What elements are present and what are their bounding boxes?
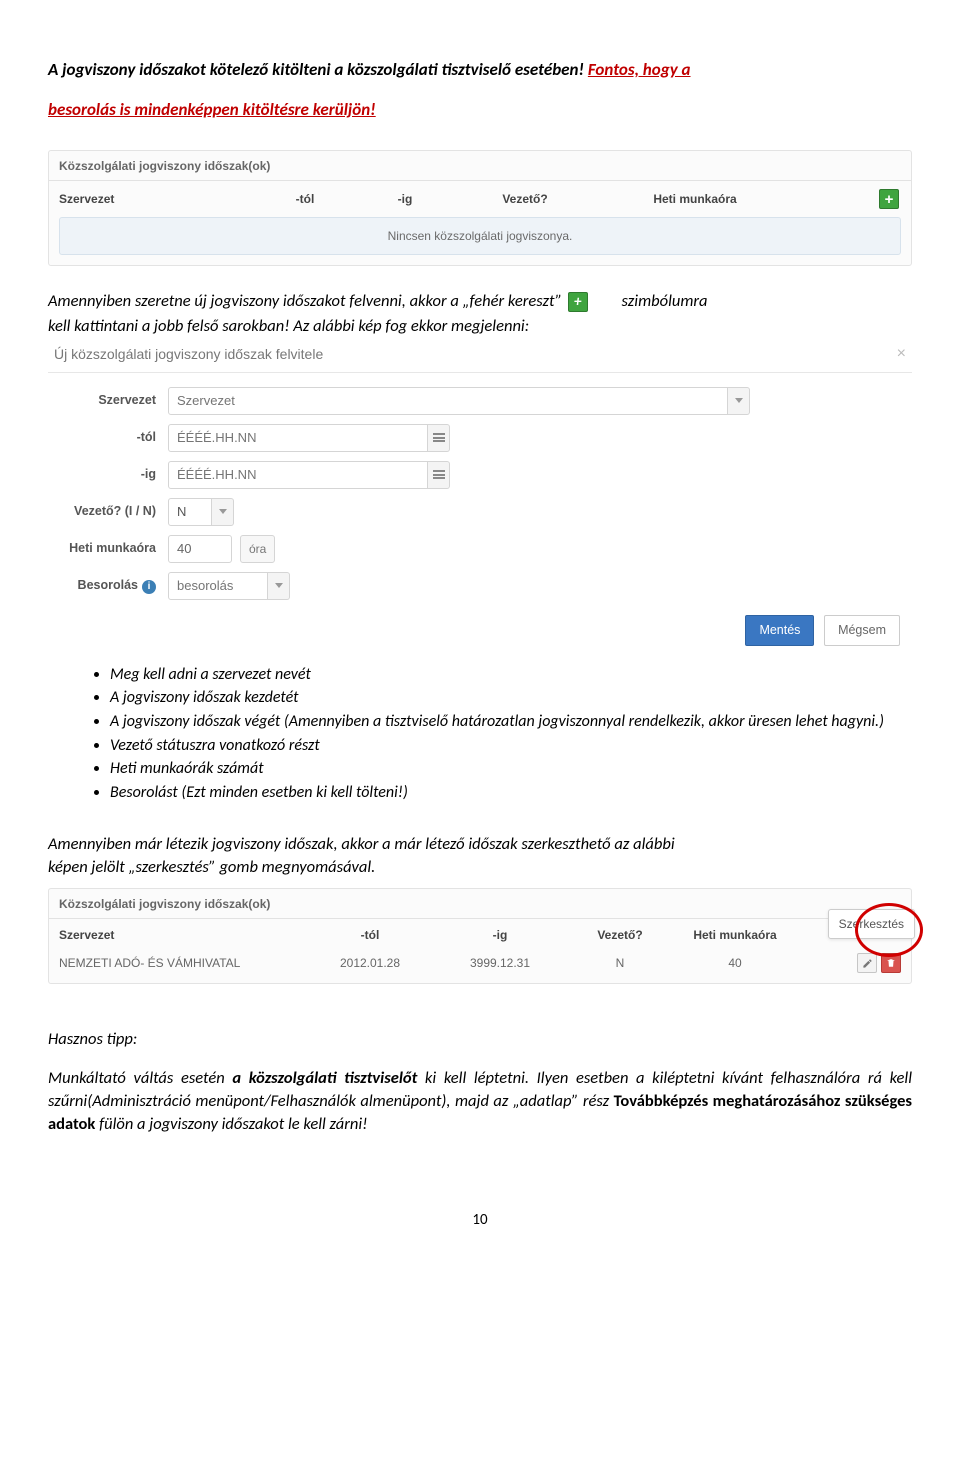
label-tol: -tól <box>48 429 168 446</box>
table-header-row: Szervezet -tól -ig Vezető? Heti munkaóra <box>49 919 911 947</box>
chevron-down-icon <box>735 398 743 403</box>
th-szervezet: Szervezet <box>55 191 255 207</box>
input-besorolas[interactable] <box>168 572 268 600</box>
add-period-button[interactable]: + <box>879 189 899 209</box>
panel-title: Közszolgálati jogviszony időszak(ok) <box>49 151 911 174</box>
edit-button[interactable] <box>857 953 877 973</box>
row-heti: Heti munkaóra óra <box>48 535 912 563</box>
th-heti: Heti munkaóra <box>595 191 795 207</box>
th-ig: -ig <box>355 191 455 207</box>
edit-instruction: Amennyiben már létezik jogviszony idősza… <box>48 833 912 878</box>
row-besorolas: Besorolás i <box>48 572 912 600</box>
requirements-list: Meg kell adni a szervezet nevét A jogvis… <box>48 664 912 804</box>
label-szervezet: Szervezet <box>48 392 168 409</box>
row-actions <box>795 953 905 973</box>
input-szervezet[interactable] <box>168 387 728 415</box>
th-ig: -ig <box>435 927 565 943</box>
close-icon[interactable]: × <box>897 343 906 365</box>
th-vezeto: Vezető? <box>565 927 675 943</box>
periods-panel-filled: Közszolgálati jogviszony időszak(ok) Sze… <box>48 888 912 984</box>
menu-icon <box>433 432 445 444</box>
page-number: 10 <box>48 1210 912 1230</box>
info-icon[interactable]: i <box>142 580 156 594</box>
edit-tooltip: Szerkesztés <box>828 909 915 939</box>
cell-heti: 40 <box>675 955 795 971</box>
chevron-down-icon <box>275 583 283 588</box>
tol-datepicker-button[interactable] <box>428 424 450 452</box>
warning-line-2: besorolás is mindenképpen kitöltésre ker… <box>48 99 912 122</box>
cell-vezeto: N <box>565 955 675 971</box>
row-ig: -ig <box>48 461 912 489</box>
trash-icon <box>886 958 896 968</box>
warning-line-1: A jogviszony időszakot kötelező kitölten… <box>48 59 912 82</box>
th-vezeto: Vezető? <box>455 191 595 207</box>
dialog-title: Új közszolgálati jogviszony időszak felv… <box>48 343 912 372</box>
tip-body: Munkáltató váltás esetén a közszolgálati… <box>48 1067 912 1136</box>
tip-e: fülön a jogviszony időszakot le kell zár… <box>95 1114 367 1134</box>
instruction-paragraph-2: kell kattintani a jobb felső sarokban! A… <box>48 315 912 337</box>
list-item: Vezető státuszra vonatkozó részt <box>110 735 912 757</box>
label-besorolas-text: Besorolás <box>78 578 138 592</box>
list-item: A jogviszony időszak kezdetét <box>110 687 912 709</box>
chevron-down-icon <box>219 509 227 514</box>
save-button[interactable]: Mentés <box>745 615 814 646</box>
th-tol: -tól <box>305 927 435 943</box>
cell-tol: 2012.01.28 <box>305 955 435 971</box>
plus-icon-inline: + <box>568 292 588 312</box>
warning-text-a: A jogviszony időszakot kötelező kitölten… <box>48 59 588 80</box>
table-row: NEMZETI ADÓ- ÉS VÁMHIVATAL 2012.01.28 39… <box>49 947 911 979</box>
instr-a: Amennyiben szeretne új jogviszony idősza… <box>48 291 562 311</box>
cell-ig: 3999.12.31 <box>435 955 565 971</box>
warning-text-b: Fontos, hogy a <box>588 59 691 80</box>
table-header-row: Szervezet -tól -ig Vezető? Heti munkaóra… <box>49 181 911 213</box>
menu-icon <box>433 469 445 481</box>
para2-b: képen jelölt „szerkesztés” gomb megnyomá… <box>48 856 912 878</box>
besorolas-dropdown-caret[interactable] <box>268 572 290 600</box>
tip-a: Munkáltató váltás esetén <box>48 1068 232 1088</box>
input-ig[interactable] <box>168 461 428 489</box>
tip-heading: Hasznos tipp: <box>48 1028 912 1050</box>
row-vezeto: Vezető? (I / N) <box>48 498 912 526</box>
instruction-paragraph: Amennyiben szeretne új jogviszony idősza… <box>48 290 912 312</box>
empty-state: Nincsen közszolgálati jogviszonya. <box>59 217 901 255</box>
list-item: Besorolást (Ezt minden esetben ki kell t… <box>110 782 912 804</box>
cell-szervezet: NEMZETI ADÓ- ÉS VÁMHIVATAL <box>55 955 305 971</box>
szervezet-dropdown-caret[interactable] <box>728 387 750 415</box>
input-tol[interactable] <box>168 424 428 452</box>
cancel-button[interactable]: Mégsem <box>824 615 900 646</box>
list-item: A jogviszony időszak végét (Amennyiben a… <box>110 711 912 733</box>
input-vezeto[interactable] <box>168 498 212 526</box>
dialog-buttons: Mentés Mégsem <box>48 609 912 646</box>
new-period-dialog: Új közszolgálati jogviszony időszak felv… <box>48 343 912 646</box>
panel-title: Közszolgálati jogviszony időszak(ok) <box>49 889 911 912</box>
th-tol: -tól <box>255 191 355 207</box>
instr-b: szimbólumra <box>622 291 708 311</box>
ig-datepicker-button[interactable] <box>428 461 450 489</box>
th-heti: Heti munkaóra <box>675 927 795 943</box>
pencil-icon <box>862 958 873 969</box>
label-ig: -ig <box>48 466 168 483</box>
th-szervezet: Szervezet <box>55 927 305 943</box>
para2-a: Amennyiben már létezik jogviszony idősza… <box>48 833 912 855</box>
row-szervezet: Szervezet <box>48 387 912 415</box>
periods-panel-empty: Közszolgálati jogviszony időszak(ok) Sze… <box>48 150 912 266</box>
input-heti[interactable] <box>168 535 232 563</box>
label-besorolas: Besorolás i <box>48 577 168 594</box>
label-vezeto: Vezető? (I / N) <box>48 503 168 520</box>
list-item: Heti munkaórák számát <box>110 758 912 780</box>
delete-button[interactable] <box>881 953 901 973</box>
tip-b: a közszolgálati tisztviselőt <box>232 1068 417 1088</box>
vezeto-dropdown-caret[interactable] <box>212 498 234 526</box>
dialog-divider <box>48 372 912 373</box>
list-item: Meg kell adni a szervezet nevét <box>110 664 912 686</box>
label-heti: Heti munkaóra <box>48 540 168 557</box>
row-tol: -tól <box>48 424 912 452</box>
heti-unit: óra <box>240 535 275 563</box>
th-add: + <box>795 189 905 209</box>
